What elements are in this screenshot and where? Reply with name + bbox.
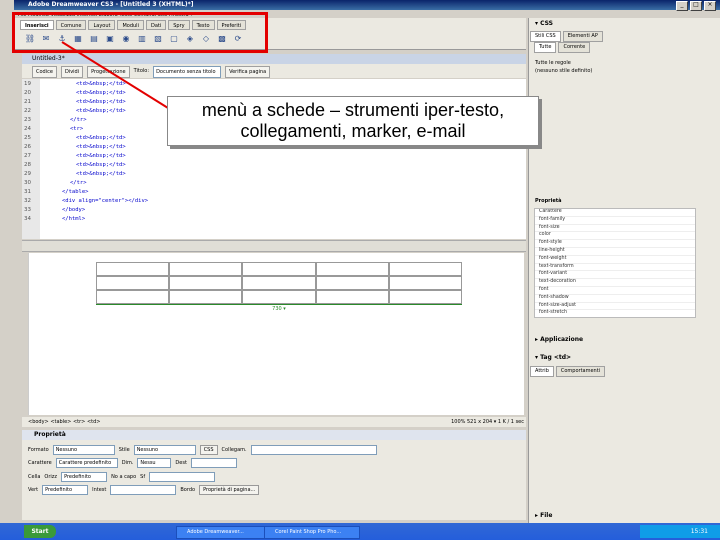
callout-line-1: menù a schede – strumenti iper-testo,	[201, 100, 505, 120]
annotation-callout: menù a schede – strumenti iper-testo, co…	[167, 96, 539, 146]
callout-line-2: collegamenti, marker, e-mail	[240, 121, 466, 141]
annotation-arrow	[61, 41, 169, 109]
